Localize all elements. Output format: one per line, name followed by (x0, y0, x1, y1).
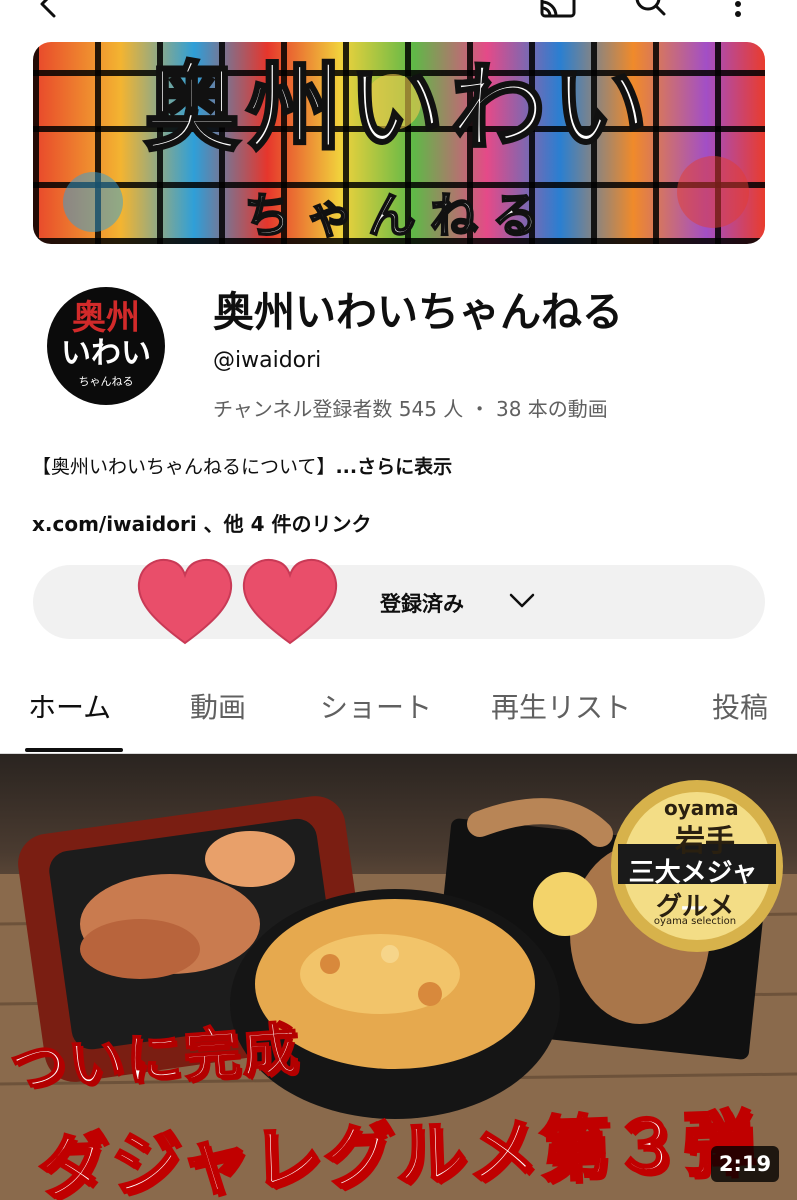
heart-icon (240, 555, 340, 651)
video-duration-badge: 2:19 (711, 1146, 779, 1182)
cast-icon[interactable] (536, 0, 580, 26)
channel-stats: チャンネル登録者数 545 人 ・ 38 本の動画 (213, 397, 608, 421)
avatar-text-line3: ちゃんねる (78, 375, 134, 388)
tab-videos[interactable]: 動画 (190, 686, 246, 726)
channel-handle: @iwaidori (213, 348, 322, 373)
channel-avatar[interactable]: 奥州 いわい ちゃんねる (47, 287, 165, 405)
channel-tabs: ホーム 動画 ショート 再生リスト 投稿 (0, 670, 797, 754)
search-icon[interactable] (630, 0, 670, 26)
avatar-text-line2: いわい (61, 336, 151, 371)
badge-line4: oyama selection (653, 916, 737, 927)
top-app-bar (0, 0, 797, 30)
chevron-down-icon (508, 590, 536, 614)
banner-subtitle: ちゃんねる (243, 188, 554, 244)
tab-shorts[interactable]: ショート (320, 686, 432, 726)
banner-title: 奥州いわい (143, 51, 654, 164)
back-icon[interactable] (30, 0, 64, 26)
show-more-link[interactable]: ...さらに表示 (335, 456, 452, 478)
featured-video-thumbnail[interactable]: oyama 岩手 三大メジャー グルメ oyama selection ついに完… (0, 754, 797, 1200)
more-vert-icon[interactable] (728, 0, 748, 26)
subscribed-label: 登録済み (380, 592, 464, 616)
tab-posts[interactable]: 投稿 (712, 686, 768, 726)
channel-name: 奥州いわいちゃんねる (213, 288, 623, 336)
tab-home[interactable]: ホーム (28, 686, 111, 726)
channel-links[interactable]: x.com/iwaidori 、他 4 件のリンク (32, 508, 372, 537)
avatar-text-line1: 奥州 (72, 298, 140, 338)
active-tab-indicator (25, 748, 123, 752)
channel-description[interactable]: 【奥州いわいちゃんねるについて】...さらに表示 (32, 452, 452, 479)
tab-playlists[interactable]: 再生リスト (491, 686, 631, 726)
heart-icon (135, 555, 235, 651)
description-text: 【奥州いわいちゃんねるについて】 (32, 456, 336, 478)
channel-banner: 奥州いわい ちゃんねる (33, 42, 765, 244)
